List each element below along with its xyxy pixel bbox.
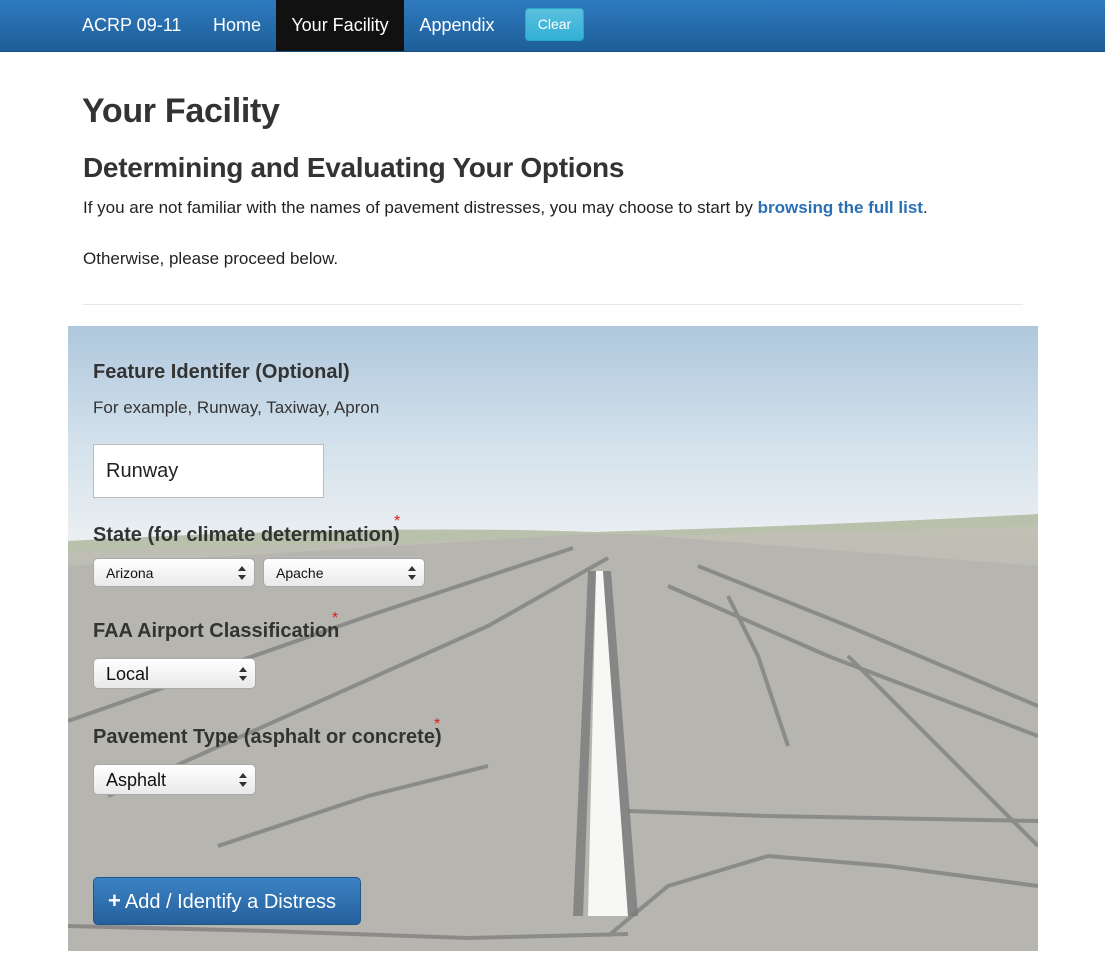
facility-form-panel: Feature Identifer (Optional) For example… (68, 326, 1038, 951)
page-title: Your Facility (82, 92, 280, 130)
select-arrows-icon (239, 666, 247, 681)
clear-button[interactable]: Clear (525, 8, 584, 41)
brand-link[interactable]: ACRP 09-11 (82, 0, 181, 51)
classification-required-marker: * (332, 610, 339, 627)
state-select[interactable]: Arizona (93, 558, 255, 587)
select-arrows-icon (238, 565, 246, 580)
proceed-text: Otherwise, please proceed below. (83, 249, 339, 268)
intro-text: If you are not familiar with the names o… (83, 198, 758, 217)
feature-identifier-input[interactable]: Runway (93, 444, 324, 498)
top-navbar: ACRP 09-11 Home Your Facility Appendix C… (0, 0, 1105, 52)
browse-full-list-link[interactable]: browsing the full list (758, 198, 923, 217)
feature-identifier-label: Feature Identifer (Optional) (93, 361, 350, 383)
page-subtitle: Determining and Evaluating Your Options (83, 152, 625, 183)
plus-icon: + (108, 888, 121, 913)
pavement-required-marker: * (434, 716, 441, 733)
intro-paragraph: If you are not familiar with the names o… (83, 198, 928, 218)
state-label: State (for climate determination) (93, 524, 400, 546)
pavement-select-value: Asphalt (106, 770, 167, 790)
add-distress-label: Add / Identify a Distress (124, 891, 337, 913)
select-arrows-icon (239, 772, 247, 787)
pavement-type-select[interactable]: Asphalt (93, 764, 256, 795)
county-select[interactable]: Apache (263, 558, 425, 587)
nav-home[interactable]: Home (199, 0, 275, 51)
pavement-type-label: Pavement Type (asphalt or concrete) (93, 726, 442, 748)
add-distress-button[interactable]: + Add / Identify a Distress (93, 877, 361, 925)
nav-appendix[interactable]: Appendix (405, 0, 509, 51)
classification-select-value: Local (106, 664, 150, 684)
state-required-marker: * (394, 513, 401, 530)
county-select-value: Apache (276, 565, 324, 581)
select-arrows-icon (408, 565, 416, 580)
divider (83, 304, 1023, 305)
state-select-value: Arizona (106, 565, 154, 581)
nav-your-facility[interactable]: Your Facility (276, 0, 404, 51)
faa-classification-label: FAA Airport Classification (93, 620, 340, 642)
intro-end: . (922, 198, 928, 217)
feature-identifier-hint: For example, Runway, Taxiway, Apron (93, 398, 380, 417)
faa-classification-select[interactable]: Local (93, 658, 256, 689)
